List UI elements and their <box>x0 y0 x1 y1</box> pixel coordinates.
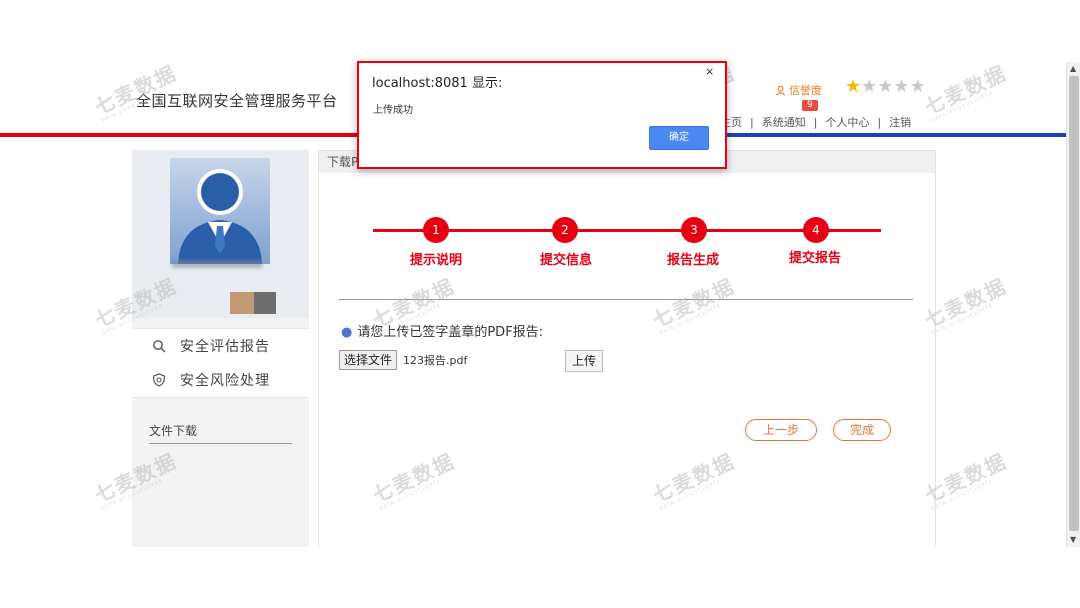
star-empty-icon: ★ <box>893 76 910 97</box>
upload-instruction: ● 请您上传已签字盖章的PDF报告: <box>341 321 543 340</box>
top-nav: 主页 | 系统通知 | 个人中心 | 注销 <box>720 114 911 130</box>
credit-count-badge: 9 <box>802 100 818 111</box>
nav-separator: | <box>750 116 754 129</box>
page-scrollbar[interactable]: ▲ ▼ <box>1066 62 1080 547</box>
user-icon <box>775 85 786 95</box>
sidebar: 安全评估报告 安全风险处理 文件下载 <box>132 150 309 547</box>
credit-label: 信誉度 <box>775 82 822 98</box>
scroll-up-icon[interactable]: ▲ <box>1070 64 1076 74</box>
upload-button[interactable]: 上传 <box>565 350 603 372</box>
avatar-blurred-patch <box>230 292 276 314</box>
watermark: 七麦数据DATA-AI-DEVELOPER <box>920 62 1011 125</box>
step-2-dot: 2 <box>552 217 578 243</box>
step-3-dot: 3 <box>681 217 707 243</box>
star-empty-icon: ★ <box>877 76 894 97</box>
step-4-dot: 4 <box>803 217 829 243</box>
nav-logout-link[interactable]: 注销 <box>889 116 911 129</box>
star-empty-icon: ★ <box>861 76 878 97</box>
star-filled-icon: ★ <box>845 76 862 97</box>
header-blue-rule <box>708 133 1066 137</box>
header-red-rule <box>0 133 380 137</box>
previous-step-button[interactable]: 上一步 <box>745 419 817 441</box>
alert-dialog: localhost:8081 显示: × 上传成功 确定 <box>357 61 727 169</box>
dialog-ok-button[interactable]: 确定 <box>649 126 709 150</box>
upload-instruction-text: 请您上传已签字盖章的PDF报告: <box>357 325 544 340</box>
step-2-label: 提交信息 <box>539 253 592 268</box>
nav-separator: | <box>877 116 882 129</box>
nav-separator: | <box>813 116 818 129</box>
step-4-label: 提交报告 <box>788 251 841 266</box>
search-icon <box>153 340 166 353</box>
file-download-title[interactable]: 文件下载 <box>149 422 292 444</box>
step-3-label: 报告生成 <box>666 253 719 268</box>
close-icon[interactable]: × <box>705 65 714 78</box>
shield-icon <box>152 373 166 387</box>
scroll-down-icon[interactable]: ▼ <box>1070 535 1076 545</box>
site-title: 全国互联网安全管理服务平台 <box>136 92 338 110</box>
avatar-username-blurred <box>172 260 262 268</box>
finish-button[interactable]: 完成 <box>833 419 891 441</box>
selected-file-name: 123报告.pdf <box>403 354 468 367</box>
sidebar-item-security-report[interactable]: 安全评估报告 <box>132 329 309 363</box>
bullet-icon: ● <box>341 325 353 340</box>
step-1-label: 提示说明 <box>409 253 462 268</box>
dialog-title: localhost:8081 显示: <box>372 76 503 91</box>
divider <box>339 299 913 300</box>
scrollbar-thumb[interactable] <box>1069 76 1079 531</box>
credit-text: 信誉度 <box>789 84 822 97</box>
person-avatar-icon <box>178 169 262 264</box>
main-content: 下载PDF文件 1 2 3 4 提示说明 提交信息 报告生成 提交报告 ●请您上… <box>318 150 936 547</box>
sidebar-item-risk-handling[interactable]: 安全风险处理 <box>132 363 309 397</box>
sidebar-item-label: 安全评估报告 <box>180 339 270 355</box>
choose-file-button[interactable]: 选择文件 <box>339 350 398 370</box>
nav-profile-link[interactable]: 个人中心 <box>825 116 869 129</box>
avatar-panel <box>132 150 309 318</box>
avatar <box>170 158 270 264</box>
star-empty-icon: ★ <box>909 76 926 97</box>
sidebar-menu: 安全评估报告 安全风险处理 <box>132 328 309 398</box>
star-rating: ★★★★★ <box>845 76 926 97</box>
sidebar-item-label: 安全风险处理 <box>180 373 270 389</box>
dialog-message: 上传成功 <box>373 105 413 116</box>
nav-notifications-link[interactable]: 系统通知 <box>762 116 806 129</box>
step-1-dot: 1 <box>423 217 449 243</box>
